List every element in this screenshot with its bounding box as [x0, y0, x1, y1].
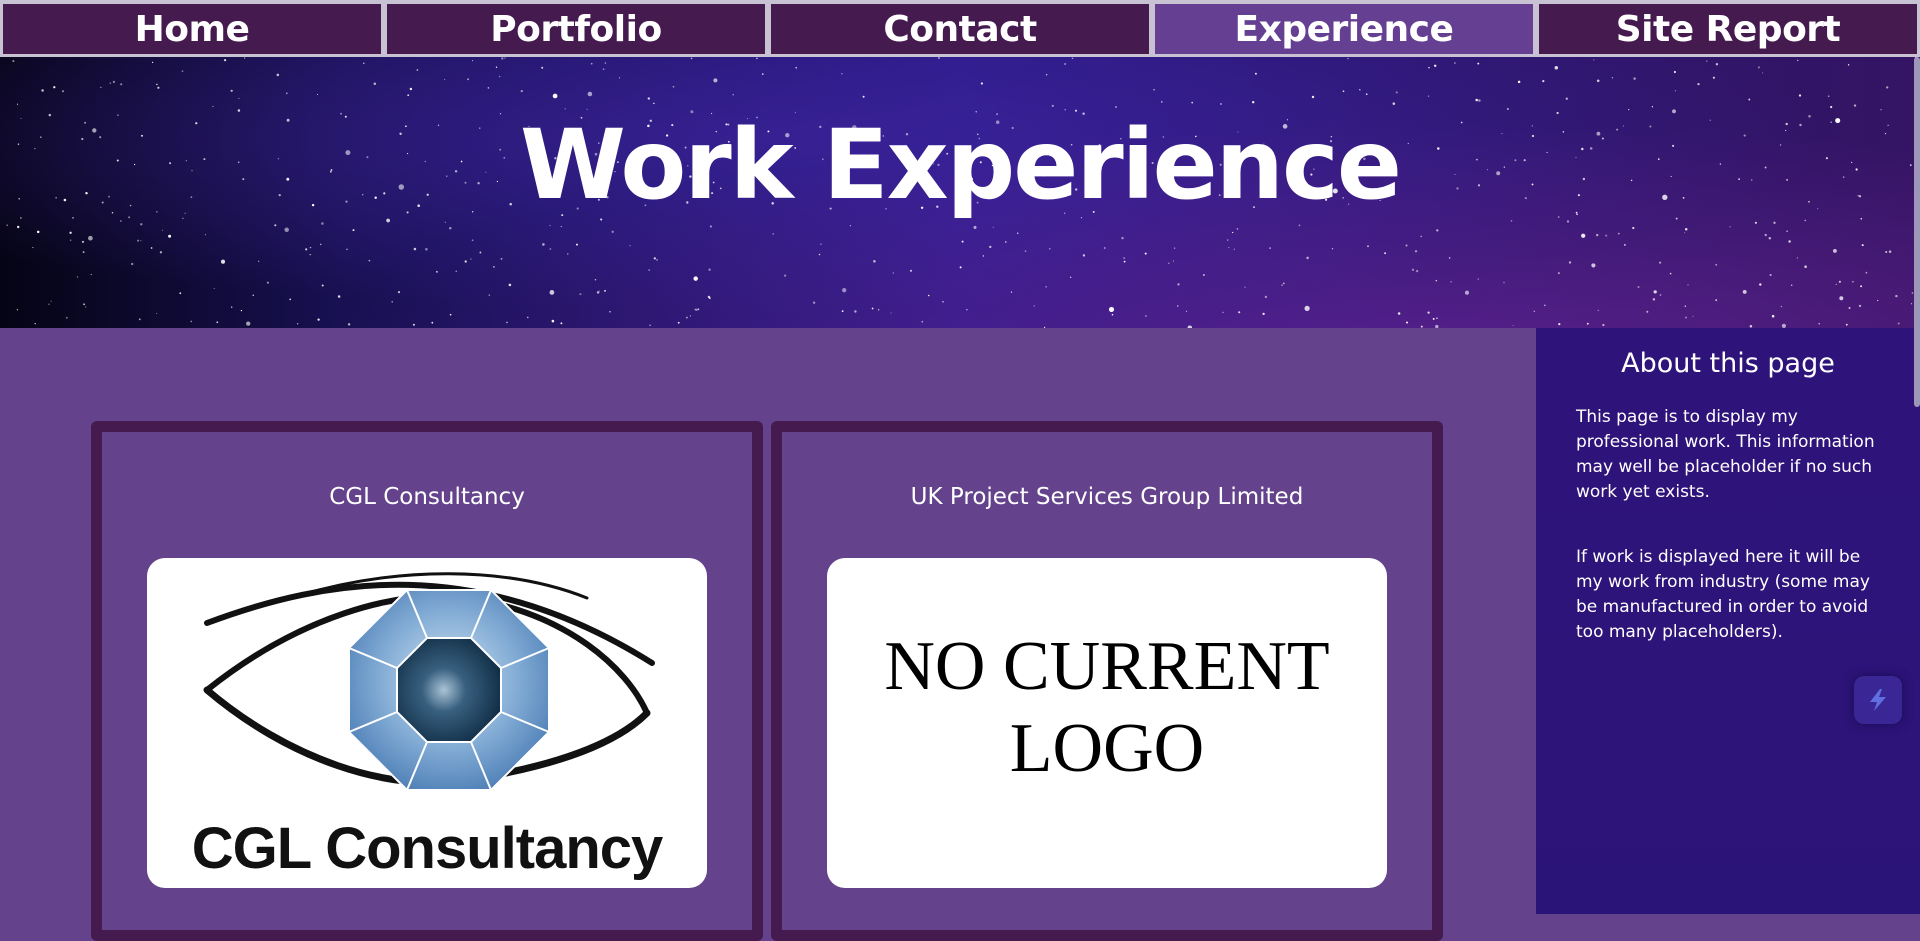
no-logo-line-1: NO CURRENT [884, 628, 1330, 705]
sidebar-title: About this page [1621, 348, 1835, 379]
card-title: CGL Consultancy [329, 484, 525, 510]
company-logo-cgl: CGL Consultancy [147, 558, 707, 888]
floating-action-button[interactable] [1854, 676, 1902, 724]
company-logo-placeholder: NO CURRENT LOGO [827, 558, 1387, 888]
page-scrollbar[interactable] [1914, 57, 1920, 407]
no-logo-text: NO CURRENT LOGO [827, 626, 1387, 790]
card-title: UK Project Services Group Limited [910, 484, 1304, 510]
nav-portfolio[interactable]: Portfolio [385, 2, 767, 56]
page-title: Work Experience [519, 109, 1402, 221]
nav-contact[interactable]: Contact [769, 2, 1151, 56]
experience-card-ukps[interactable]: UK Project Services Group Limited NO CUR… [771, 421, 1443, 941]
sidebar-paragraph-1: This page is to display my professional … [1576, 407, 1875, 502]
logo-caption: CGL Consultancy [191, 816, 664, 881]
nav-experience[interactable]: Experience [1153, 2, 1535, 56]
hero-banner: Work Experience [0, 57, 1920, 328]
experience-card-cgl[interactable]: CGL Consultancy CGL Consultancy [91, 421, 763, 941]
lightning-icon [1870, 689, 1886, 711]
no-logo-line-2: LOGO [1009, 710, 1205, 787]
about-sidebar: About this page This page is to display … [1536, 328, 1920, 914]
main-content: CGL Consultancy CGL Consultancy UK Proje… [0, 328, 1536, 941]
sidebar-paragraph-2: If work is displayed here it will be my … [1576, 547, 1870, 642]
main-nav: Home Portfolio Contact Experience Site R… [0, 0, 1920, 57]
nav-site-report[interactable]: Site Report [1537, 2, 1919, 56]
nav-home[interactable]: Home [1, 2, 383, 56]
